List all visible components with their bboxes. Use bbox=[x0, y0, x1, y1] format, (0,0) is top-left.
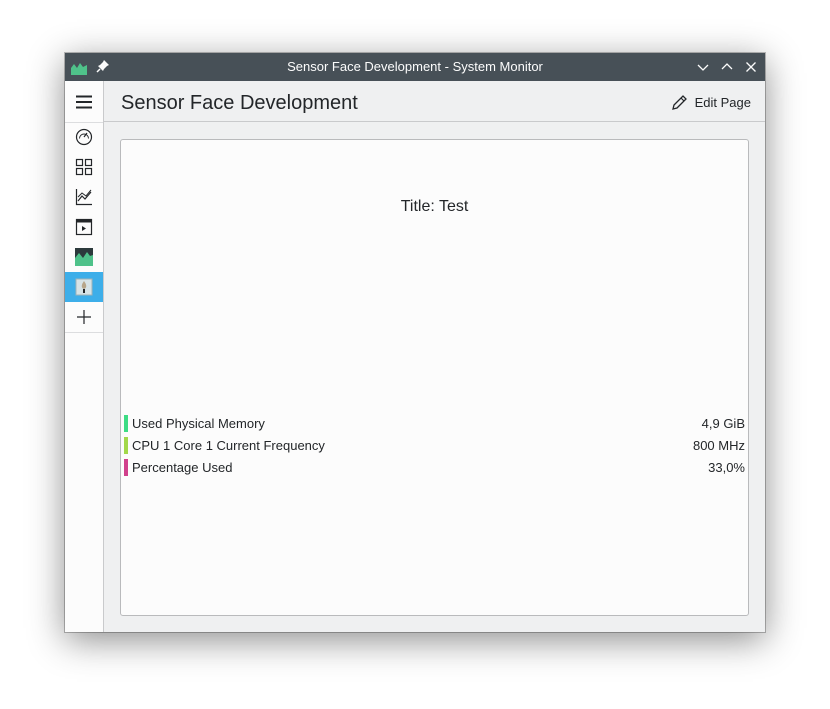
color-swatch bbox=[124, 437, 128, 454]
close-button[interactable] bbox=[744, 60, 758, 74]
face-title: Title: Test bbox=[400, 198, 469, 215]
color-swatch bbox=[124, 415, 128, 432]
minimize-button[interactable] bbox=[696, 60, 710, 74]
page-title: Sensor Face Development bbox=[121, 92, 358, 114]
sidebar-item-history[interactable] bbox=[65, 182, 103, 212]
page-header: Sensor Face Development Edit Page bbox=[104, 81, 765, 122]
sidebar-item-system-monitor-page[interactable] bbox=[65, 242, 103, 272]
edit-page-button[interactable]: Edit Page bbox=[671, 92, 751, 112]
sensor-face-icon bbox=[75, 278, 93, 296]
color-swatch bbox=[124, 459, 128, 476]
sensor-value: 4,9 GiB bbox=[701, 416, 745, 431]
sensor-face-card: Title: Test Used Physical Memory 4,9 GiB… bbox=[120, 139, 749, 616]
maximize-button[interactable] bbox=[720, 60, 734, 74]
app-window: Sensor Face Development - System Monitor bbox=[65, 53, 765, 632]
legend: Used Physical Memory 4,9 GiB CPU 1 Core … bbox=[124, 413, 745, 479]
sidebar-item-applications[interactable] bbox=[65, 152, 103, 182]
plus-icon bbox=[77, 310, 91, 324]
sidebar-item-processes[interactable] bbox=[65, 212, 103, 242]
sidebar-divider bbox=[65, 332, 103, 333]
add-page-button[interactable] bbox=[65, 302, 103, 332]
pencil-icon bbox=[671, 94, 687, 110]
sensor-name: Used Physical Memory bbox=[132, 416, 265, 431]
legend-row: CPU 1 Core 1 Current Frequency 800 MHz bbox=[124, 435, 745, 457]
terminal-window-icon bbox=[75, 218, 93, 236]
sensor-value: 33,0% bbox=[708, 460, 745, 475]
title-bar[interactable]: Sensor Face Development - System Monitor bbox=[65, 53, 765, 81]
window-title: Sensor Face Development - System Monitor bbox=[287, 59, 543, 74]
sensor-value: 800 MHz bbox=[692, 438, 745, 453]
legend-row: Percentage Used 33,0% bbox=[124, 457, 745, 479]
legend-row: Used Physical Memory 4,9 GiB bbox=[124, 413, 745, 435]
grid-icon bbox=[75, 158, 93, 176]
line-chart-icon bbox=[75, 189, 92, 206]
sidebar bbox=[65, 81, 104, 632]
edit-page-label: Edit Page bbox=[694, 94, 751, 110]
hamburger-menu-icon bbox=[76, 95, 92, 109]
sensor-name: CPU 1 Core 1 Current Frequency bbox=[132, 438, 325, 453]
sidebar-item-overview[interactable] bbox=[65, 122, 103, 152]
speedometer-icon bbox=[75, 128, 93, 146]
area-chart-icon bbox=[75, 248, 93, 266]
hamburger-menu-button[interactable] bbox=[65, 87, 103, 117]
sidebar-item-sensor-face-development[interactable] bbox=[65, 272, 103, 302]
sensor-name: Percentage Used bbox=[132, 460, 233, 475]
